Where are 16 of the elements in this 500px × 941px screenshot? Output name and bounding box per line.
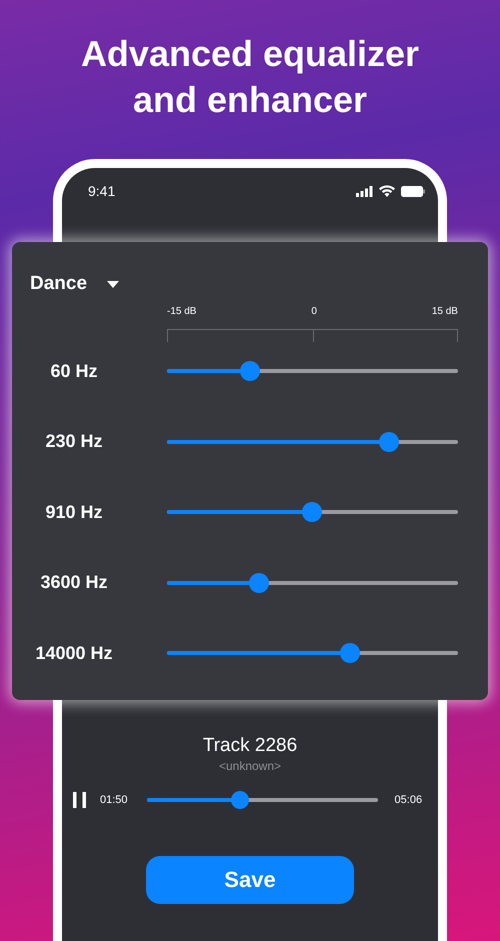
band-label: 230 Hz (44, 431, 104, 452)
band-label: 3600 Hz (39, 572, 109, 593)
save-button[interactable]: Save (146, 856, 354, 904)
duration-time: 05:06 (394, 794, 422, 806)
band-label: 14000 Hz (34, 642, 114, 664)
scale-label: 15 dB (432, 306, 458, 318)
track-title: Track 2286 (202, 734, 298, 758)
track-artist: <unknown> (218, 758, 282, 774)
status-time: 9:41 (88, 183, 116, 199)
scale-label: 0 (311, 306, 317, 318)
elapsed-time: 01:50 (100, 794, 128, 806)
scale-label: -15 dB (167, 306, 196, 318)
band-label: 60 Hz (49, 360, 99, 382)
headline: Advanced equalizer and enhancer (80, 32, 420, 122)
band-label: 910 Hz (44, 502, 104, 522)
preset-dropdown[interactable]: Dance (30, 272, 120, 296)
